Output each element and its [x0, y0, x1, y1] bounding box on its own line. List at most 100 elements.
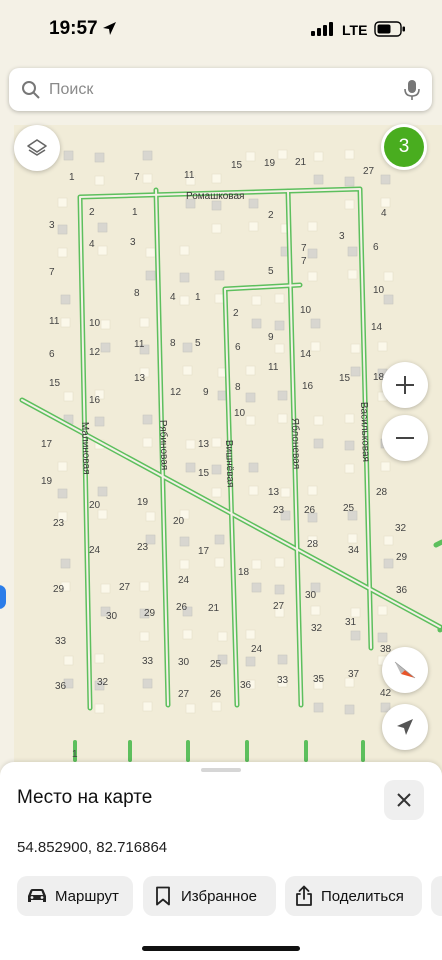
notification-badge[interactable]: 3: [381, 124, 427, 170]
house-number: 11: [49, 316, 60, 327]
car-icon: [28, 889, 46, 902]
house-number: 19: [264, 158, 276, 169]
plot-footprint: [211, 487, 222, 498]
plot-footprint: [217, 631, 228, 642]
edge-location-marker[interactable]: [0, 585, 6, 609]
compass-button[interactable]: [382, 647, 428, 693]
house-number: 32: [395, 523, 407, 534]
zoom-out-button[interactable]: [382, 415, 428, 461]
plot-footprint: [139, 317, 150, 328]
house-number: 28: [376, 487, 388, 498]
share-button[interactable]: Поделиться: [285, 876, 422, 916]
location-arrow-icon: [103, 22, 116, 35]
house-number: 19: [137, 497, 149, 508]
plot-footprint: [344, 149, 355, 160]
plot-footprint: [274, 584, 285, 595]
microphone-icon[interactable]: [404, 79, 420, 101]
house-number: 15: [49, 378, 61, 389]
search-bar[interactable]: Поиск: [9, 68, 432, 111]
plot-footprint: [344, 440, 355, 451]
house-number: 42: [380, 688, 392, 699]
plot-footprint: [310, 318, 321, 329]
house-number: 31: [345, 617, 357, 628]
house-number: 10: [89, 318, 101, 329]
house-number: 27: [273, 601, 285, 612]
zoom-in-button[interactable]: [382, 362, 428, 408]
plot-footprint: [347, 246, 358, 257]
sheet-grabber[interactable]: [201, 768, 241, 772]
search-input[interactable]: Поиск: [49, 81, 93, 99]
plot-footprint: [383, 558, 394, 569]
house-number: 29: [396, 552, 408, 563]
house-number: 14: [300, 349, 312, 360]
house-number: 4: [89, 239, 95, 250]
plot-footprint: [350, 630, 361, 641]
plot-footprint: [344, 413, 355, 424]
route-button[interactable]: Маршрут: [17, 876, 133, 916]
plot-footprint: [245, 629, 256, 640]
house-number: 7: [49, 267, 55, 278]
street-label-ryabinovaya: Рябиновая: [157, 420, 171, 471]
house-number: 8: [170, 338, 176, 349]
house-number: 37: [348, 669, 360, 680]
plot-footprint: [307, 248, 318, 259]
house-number: 15: [198, 468, 210, 479]
plot-footprint: [245, 392, 256, 403]
house-number: 18: [238, 567, 250, 578]
plot-footprint: [94, 703, 105, 714]
map-canvas[interactable]: Ромашковая Малиновая Рябиновая Вишнёвая …: [0, 0, 442, 800]
house-number: 20: [89, 500, 101, 511]
locate-me-button[interactable]: [382, 704, 428, 750]
plot-footprint: [57, 224, 68, 235]
plot-footprint: [383, 271, 394, 282]
layers-button[interactable]: [14, 125, 60, 171]
house-number: 6: [373, 242, 379, 253]
plot-footprint: [245, 365, 256, 376]
plot-footprint: [307, 485, 318, 496]
plot-footprint: [344, 176, 355, 187]
notification-count: 3: [398, 136, 410, 157]
plot-footprint: [97, 222, 108, 233]
plot-footprint: [347, 269, 358, 280]
plot-footprint: [211, 223, 222, 234]
plot-footprint: [60, 294, 71, 305]
house-number: 29: [144, 608, 156, 619]
plot-footprint: [97, 509, 108, 520]
favorites-button[interactable]: Избранное: [143, 876, 276, 916]
plot-footprint: [277, 149, 288, 160]
plot-footprint: [179, 559, 190, 570]
place-sheet: Место на карте 54.852900, 82.716864 Марш…: [0, 762, 442, 960]
plot-footprint: [248, 462, 259, 473]
house-number: 13: [198, 439, 210, 450]
plot-footprint: [274, 320, 285, 331]
coordinates-text[interactable]: 54.852900, 82.716864: [17, 839, 167, 856]
plot-footprint: [277, 654, 288, 665]
close-button[interactable]: [384, 780, 424, 820]
close-icon: [397, 793, 411, 807]
house-number: 26: [176, 602, 188, 613]
plot-footprint: [347, 533, 358, 544]
house-number: 7: [301, 243, 307, 254]
house-number: 11: [184, 170, 195, 181]
house-number: 6: [49, 349, 55, 360]
search-icon: [22, 81, 40, 99]
plot-footprint: [211, 200, 222, 211]
plot-footprint: [350, 343, 361, 354]
plot-footprint: [97, 245, 108, 256]
street-label-romashkovaya: Ромашковая: [186, 191, 244, 202]
plot-footprint: [63, 391, 74, 402]
status-time: 19:57: [49, 18, 98, 39]
house-number: 28: [307, 539, 319, 550]
house-number: 30: [305, 590, 317, 601]
house-number: 34: [348, 545, 360, 556]
house-number: 36: [240, 680, 252, 691]
more-actions-button[interactable]: [431, 876, 442, 916]
plot-footprint: [274, 557, 285, 568]
plot-footprint: [377, 605, 388, 616]
plot-footprint: [313, 415, 324, 426]
plot-footprint: [179, 536, 190, 547]
house-number: 36: [396, 585, 408, 596]
house-number: 1: [132, 207, 138, 218]
plot-footprint: [380, 174, 391, 185]
house-number: 7: [134, 172, 140, 183]
